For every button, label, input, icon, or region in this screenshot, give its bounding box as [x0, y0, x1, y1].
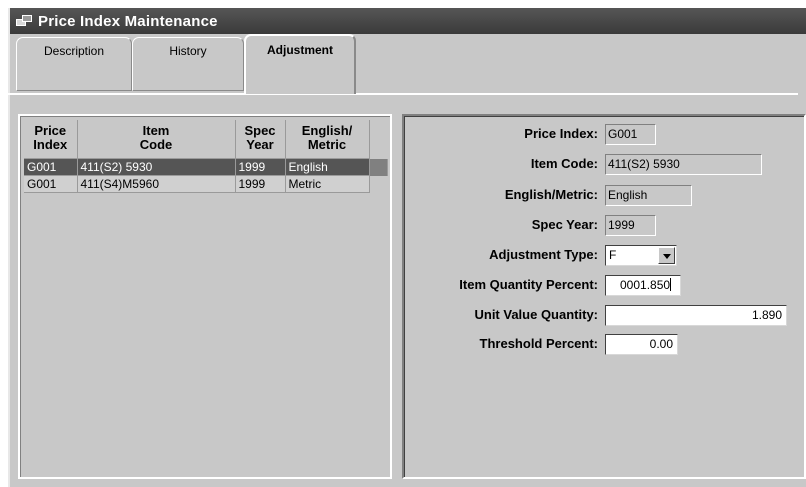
adjustment-type-value: F	[609, 248, 617, 262]
english-metric-label: English/Metric:	[504, 187, 598, 202]
price-index-label: Price Index:	[524, 126, 598, 141]
text-cursor	[670, 278, 672, 291]
threshold-percent-label: Threshold Percent:	[479, 336, 598, 351]
col-header-item-code-line2: Code	[139, 137, 173, 152]
cell-spec-year[interactable]: 1999	[235, 158, 286, 176]
tab-panel-border	[8, 93, 798, 95]
tab-description[interactable]: Description	[16, 37, 132, 91]
price-index-grid[interactable]: Price Index Item Code Spec Year English/…	[18, 114, 392, 479]
tab-adjustment[interactable]: Adjustment	[244, 34, 356, 94]
col-header-price-index-line2: Index	[33, 137, 68, 152]
tab-history[interactable]: History	[132, 37, 244, 91]
cell-spec-year[interactable]: 1999	[235, 175, 286, 193]
item-code-field: 411(S2) 5930	[605, 154, 762, 175]
col-header-price-index-line1: Price	[34, 123, 67, 138]
adjustment-detail-panel: Price Index: G001 Item Code: 411(S2) 593…	[402, 114, 806, 479]
english-metric-field: English	[605, 185, 692, 206]
col-header-item-code-line1: Item	[142, 123, 170, 138]
price-index-field: G001	[605, 124, 656, 145]
col-header-price-index[interactable]: Price Index	[24, 120, 78, 159]
tab-description-label: Description	[43, 44, 105, 58]
table-row[interactable]: G001 411(S2) 5930 1999 English	[24, 158, 388, 176]
grid-header-row: Price Index Item Code Spec Year English/…	[24, 120, 387, 159]
spec-year-label: Spec Year:	[531, 217, 598, 232]
tab-history-label: History	[169, 44, 207, 58]
cell-price-index[interactable]: G001	[24, 158, 78, 176]
unit-value-quantity-label: Unit Value Quantity:	[474, 307, 598, 322]
threshold-percent-input[interactable]: 0.00	[605, 334, 678, 355]
item-code-label: Item Code:	[530, 156, 598, 171]
window-title: Price Index Maintenance	[38, 12, 218, 30]
adjustment-type-select[interactable]: F	[605, 245, 677, 266]
cell-item-code[interactable]: 411(S4)M5960	[77, 175, 236, 193]
adjustment-type-label: Adjustment Type:	[489, 247, 598, 262]
cell-price-index[interactable]: G001	[24, 175, 78, 193]
item-quantity-percent-input[interactable]: 0001.850	[605, 275, 681, 296]
item-quantity-percent-value: 0001.850	[620, 278, 671, 292]
chevron-down-icon[interactable]	[658, 247, 675, 264]
col-header-spec-year[interactable]: Spec Year	[235, 120, 286, 159]
item-quantity-percent-label: Item Quantity Percent:	[459, 277, 598, 292]
cell-item-code[interactable]: 411(S2) 5930	[77, 158, 236, 176]
col-header-spec-year-line2: Year	[246, 137, 274, 152]
table-row[interactable]: G001 411(S4)M5960 1999 Metric	[24, 175, 387, 193]
col-header-item-code[interactable]: Item Code	[77, 120, 236, 159]
unit-value-quantity-input[interactable]: 1.890	[605, 305, 787, 326]
col-header-spec-year-line1: Spec	[244, 123, 276, 138]
tab-adjustment-label: Adjustment	[267, 43, 333, 57]
spec-year-field: 1999	[605, 215, 656, 236]
title-bar[interactable]: Price Index Maintenance	[10, 8, 806, 34]
app-icon	[16, 14, 33, 28]
